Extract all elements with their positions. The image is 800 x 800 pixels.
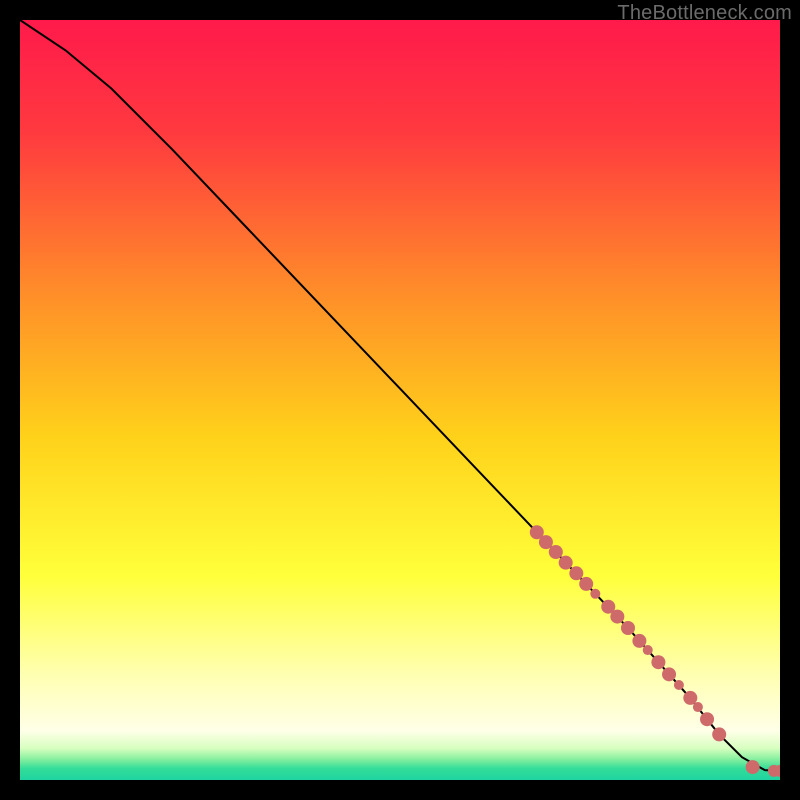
highlight-point	[610, 610, 624, 624]
highlight-point	[559, 556, 573, 570]
highlight-point	[693, 702, 703, 712]
chart-svg	[20, 20, 780, 780]
highlight-point	[632, 634, 646, 648]
highlight-point	[539, 535, 553, 549]
highlight-point	[621, 621, 635, 635]
highlight-point	[579, 577, 593, 591]
chart-stage: TheBottleneck.com	[0, 0, 800, 800]
highlight-point	[569, 566, 583, 580]
highlight-point	[549, 545, 563, 559]
highlight-point	[674, 680, 684, 690]
highlight-point	[712, 727, 726, 741]
highlight-point	[590, 589, 600, 599]
plot-background	[20, 20, 780, 780]
highlight-point	[746, 760, 760, 774]
highlight-point	[662, 667, 676, 681]
highlight-point	[700, 712, 714, 726]
highlight-point	[683, 691, 697, 705]
highlight-point	[643, 645, 653, 655]
highlight-point	[651, 655, 665, 669]
